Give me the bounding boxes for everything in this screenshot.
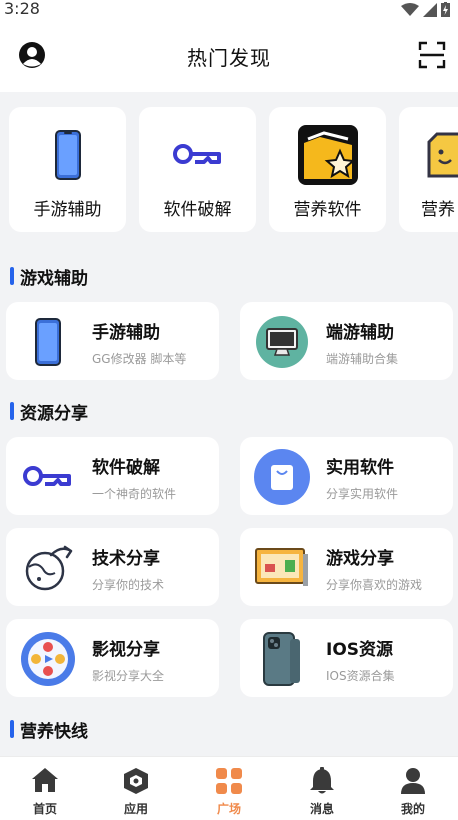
smile-box-icon — [427, 132, 458, 178]
section-accent-bar — [10, 720, 14, 738]
tile-subtitle: 分享你的技术 — [92, 578, 165, 592]
tab-home[interactable]: 首页 — [0, 757, 90, 820]
home-icon — [32, 768, 58, 792]
tile-software-crack[interactable]: 软件破解 一个神奇的软件 — [6, 437, 219, 515]
scan-icon[interactable] — [418, 41, 446, 69]
game-screen-icon — [255, 548, 308, 586]
user-icon — [401, 768, 425, 794]
tile-title: IOS资源 — [326, 640, 394, 660]
tile-title: 软件破解 — [92, 458, 160, 478]
tile-video-share[interactable]: 影视分享 影视分享大全 — [6, 619, 219, 697]
tile-subtitle: 分享实用软件 — [326, 487, 399, 501]
section-accent-bar — [10, 402, 14, 420]
wifi-icon — [401, 2, 419, 16]
category-card-mobile-assist[interactable]: 手游辅助 — [9, 107, 126, 232]
section-accent-bar — [10, 267, 14, 285]
tile-subtitle: 一个神奇的软件 — [92, 487, 177, 501]
tile-subtitle: IOS资源合集 — [326, 669, 395, 683]
key-icon — [23, 466, 71, 486]
section-title-nutrition-express: 营养快线 — [10, 716, 88, 742]
tile-pc-assist[interactable]: 端游辅助 端游辅助合集 — [240, 302, 453, 380]
category-label: 营养 — [421, 200, 455, 220]
battery-icon — [441, 2, 450, 17]
tab-apps[interactable]: 应用 — [91, 757, 181, 820]
category-card-nutrition-software[interactable]: 营养软件 — [269, 107, 386, 232]
star-folder-icon — [297, 125, 358, 185]
section-title-game-assist: 游戏辅助 — [10, 263, 88, 289]
tile-title: 实用软件 — [326, 458, 394, 478]
globe-share-icon — [25, 545, 73, 591]
tile-title: 影视分享 — [92, 640, 160, 660]
tab-messages[interactable]: 消息 — [277, 757, 367, 820]
key-icon — [172, 144, 221, 164]
monitor-icon — [256, 316, 308, 368]
category-carousel[interactable]: 手游辅助 软件破解 营养软件 营养 — [0, 104, 458, 236]
tile-subtitle: 分享你喜欢的游戏 — [326, 578, 423, 592]
tile-title: 手游辅助 — [92, 323, 160, 343]
tile-utility-software[interactable]: 实用软件 分享实用软件 — [240, 437, 453, 515]
tab-mine[interactable]: 我的 — [368, 757, 458, 820]
cube-icon — [124, 768, 148, 794]
tile-title: 端游辅助 — [326, 323, 394, 343]
page-title: 热门发现 — [187, 46, 271, 70]
tile-subtitle: 影视分享大全 — [92, 669, 165, 683]
iphone-icon — [263, 632, 300, 686]
tab-square[interactable]: 广场 — [184, 757, 274, 820]
tile-subtitle: GG修改器 脚本等 — [92, 352, 187, 366]
status-time: 3:28 — [4, 0, 40, 18]
category-label: 营养软件 — [293, 200, 362, 220]
tile-game-share[interactable]: 游戏分享 分享你喜欢的游戏 — [240, 528, 453, 606]
status-bar: 3:28 — [0, 0, 458, 20]
bell-icon — [310, 767, 334, 794]
tile-mobile-assist[interactable]: 手游辅助 GG修改器 脚本等 — [6, 302, 219, 380]
tile-tech-share[interactable]: 技术分享 分享你的技术 — [6, 528, 219, 606]
tile-title: 技术分享 — [92, 549, 160, 569]
category-card-software-crack[interactable]: 软件破解 — [139, 107, 256, 232]
film-reel-icon — [21, 632, 75, 686]
category-label: 软件破解 — [163, 200, 232, 220]
tile-title: 游戏分享 — [326, 549, 394, 569]
tile-ios-resource[interactable]: IOS资源 IOS资源合集 — [240, 619, 453, 697]
shopping-bag-icon — [254, 449, 310, 505]
category-label: 手游辅助 — [33, 200, 102, 220]
grid-icon — [216, 768, 242, 794]
tile-subtitle: 端游辅助合集 — [326, 352, 399, 366]
category-card-nutrition[interactable]: 营养 — [399, 107, 458, 232]
app-header: 热门发现 — [0, 20, 458, 92]
phone-icon — [35, 318, 61, 366]
section-title-resource-share: 资源分享 — [10, 398, 88, 424]
phone-icon — [54, 130, 81, 180]
signal-icon — [423, 2, 437, 17]
bottom-tab-bar: 首页 应用 广场 消息 我的 — [0, 756, 458, 820]
